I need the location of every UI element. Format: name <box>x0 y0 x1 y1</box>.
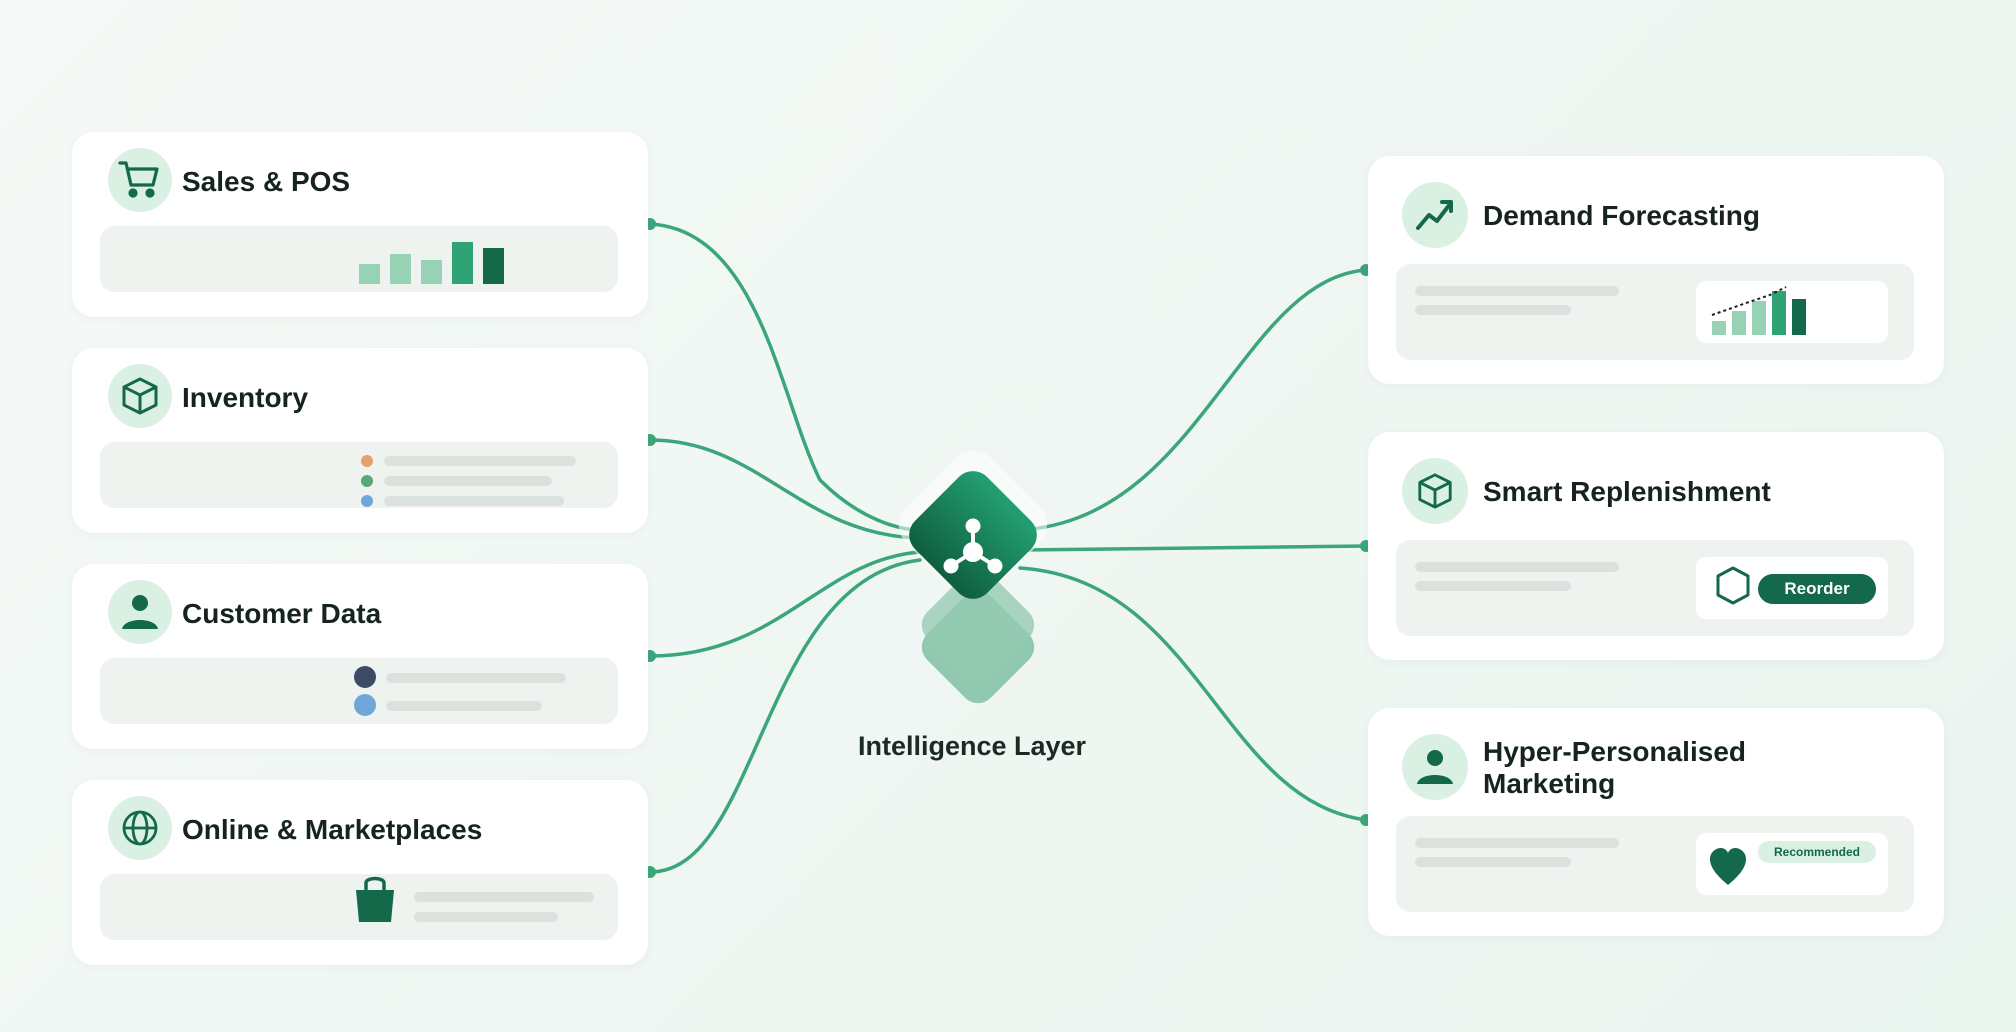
card-demand-forecasting[interactable]: Demand Forecasting <box>1368 156 1944 384</box>
status-dot-green <box>361 475 373 487</box>
reorder-button[interactable]: Reorder <box>1758 574 1876 604</box>
card-title: Customer Data <box>182 598 382 629</box>
forecast-chart-box <box>1696 281 1888 343</box>
hexagon-icon <box>1716 566 1750 605</box>
preview-panel: Reorder <box>1396 540 1914 636</box>
status-dot-orange <box>361 455 373 467</box>
card-online-marketplaces[interactable]: Online & Marketplaces <box>72 780 648 965</box>
placeholder-line <box>386 673 566 683</box>
placeholder-line <box>1415 562 1619 572</box>
card-title: Online & Marketplaces <box>182 814 483 845</box>
icon-circle <box>108 364 172 428</box>
reorder-box: Reorder <box>1696 557 1888 619</box>
icon-circle <box>1402 734 1468 800</box>
box-icon <box>122 377 158 415</box>
card-title-line-1: Hyper-Personalised <box>1483 736 1746 767</box>
card-inventory[interactable]: Inventory <box>72 348 648 533</box>
placeholder-line <box>414 912 558 922</box>
mini-bar <box>1772 291 1786 335</box>
heart-icon <box>1710 848 1746 885</box>
mini-bar <box>1752 301 1766 335</box>
placeholder-line <box>384 456 576 466</box>
mini-bar <box>421 260 442 284</box>
mini-bar <box>1712 321 1726 335</box>
intelligence-hub <box>898 450 1048 704</box>
card-title: Sales & POS <box>182 166 351 197</box>
mini-bar-chart <box>359 240 509 284</box>
card-title: Demand Forecasting <box>1483 200 1760 231</box>
card-title-line-2: Marketing <box>1483 768 1616 799</box>
card-sales-pos[interactable]: Sales & POS <box>72 132 648 317</box>
placeholder-line <box>1415 305 1571 315</box>
person-icon <box>122 595 158 629</box>
shopping-bag-icon <box>356 876 394 922</box>
preview-panel <box>1396 264 1914 360</box>
placeholder-line <box>1415 286 1619 296</box>
preview-panel <box>100 874 618 940</box>
card-title: Smart Replenishment <box>1483 476 1771 507</box>
globe-icon <box>122 810 158 846</box>
placeholder-line <box>414 892 594 902</box>
mini-bar <box>359 264 380 284</box>
mini-bar <box>1732 311 1746 335</box>
cart-icon <box>118 161 159 198</box>
icon-circle <box>108 796 172 860</box>
preview-panel: Recommended <box>1396 816 1914 912</box>
forecast-mini-chart <box>1711 286 1806 335</box>
mini-bar <box>1792 299 1806 335</box>
box-icon <box>1418 473 1452 509</box>
center-label: Intelligence Layer <box>857 731 1087 761</box>
recommendation-box: Recommended <box>1696 833 1888 895</box>
status-dot-blue <box>361 495 373 507</box>
placeholder-line <box>1415 838 1619 848</box>
placeholder-line <box>384 496 564 506</box>
person-icon <box>1417 750 1453 784</box>
mini-bar <box>390 254 411 284</box>
card-title: Hyper-Personalised Marketing <box>1483 736 1746 800</box>
preview-panel <box>100 442 618 508</box>
icon-circle <box>108 148 172 212</box>
card-hyper-personalised-marketing[interactable]: Hyper-Personalised Marketing Recommended <box>1368 708 1944 936</box>
placeholder-line <box>1415 581 1571 591</box>
mini-bar <box>483 248 504 284</box>
avatar-dark <box>354 666 376 688</box>
preview-panel <box>100 658 618 724</box>
mini-bar <box>452 242 473 284</box>
avatar-light <box>354 694 376 716</box>
placeholder-line <box>386 701 542 711</box>
icon-circle <box>1402 458 1468 524</box>
card-title: Inventory <box>182 382 309 413</box>
recommended-badge: Recommended <box>1758 841 1876 863</box>
icon-circle <box>108 580 172 644</box>
preview-panel <box>100 226 618 292</box>
placeholder-line <box>384 476 552 486</box>
card-smart-replenishment[interactable]: Smart Replenishment Reorder <box>1368 432 1944 660</box>
icon-circle <box>1402 182 1468 248</box>
trend-up-icon <box>1416 200 1453 230</box>
card-customer-data[interactable]: Customer Data <box>72 564 648 749</box>
placeholder-line <box>1415 857 1571 867</box>
